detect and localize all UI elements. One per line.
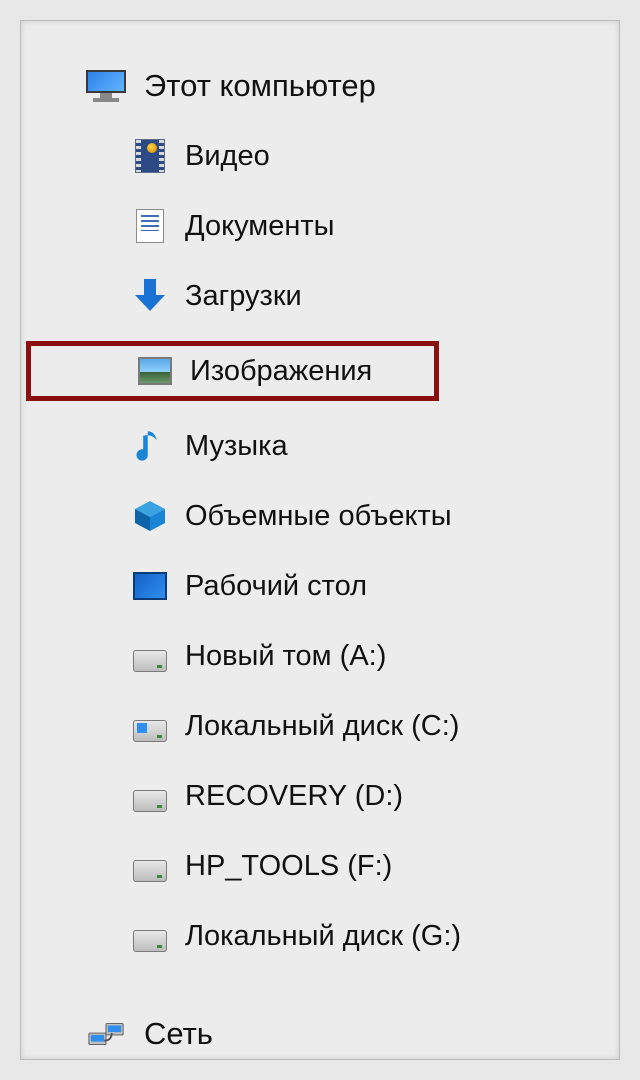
pc-monitor-icon — [86, 70, 126, 102]
drive-windows-icon — [133, 709, 167, 743]
spacer — [21, 981, 619, 989]
tree-item-drive-g[interactable]: Локальный диск (G:) — [21, 911, 619, 961]
drive-icon — [133, 919, 167, 953]
network-icon — [86, 1018, 126, 1050]
desktop-monitor-icon — [133, 569, 167, 603]
tree-item-label: Новый том (A:) — [185, 640, 386, 673]
tree-item-label: Документы — [185, 210, 335, 243]
navigation-pane: Этот компьютер Видео Документы Загрузки — [20, 20, 620, 1060]
tree-item-label: Локальный диск (G:) — [185, 920, 461, 953]
tree-item-label: Этот компьютер — [144, 68, 376, 104]
tree-item-label: Объемные объекты — [185, 500, 452, 533]
tree-item-network[interactable]: Сеть — [21, 1009, 619, 1059]
download-arrow-icon — [133, 279, 167, 313]
tree-item-label: Музыка — [185, 430, 288, 463]
tree-item-3d-objects[interactable]: Объемные объекты — [21, 491, 619, 541]
tree-item-label: RECOVERY (D:) — [185, 780, 403, 813]
tree-item-documents[interactable]: Документы — [21, 201, 619, 251]
drive-icon — [133, 779, 167, 813]
drive-icon — [133, 849, 167, 883]
tree-item-label: Рабочий стол — [185, 570, 367, 603]
tree-item-label: HP_TOOLS (F:) — [185, 850, 392, 883]
tree-item-drive-c[interactable]: Локальный диск (C:) — [21, 701, 619, 751]
tree-item-label: Локальный диск (C:) — [185, 710, 459, 743]
tree-item-label: Видео — [185, 140, 270, 173]
cube-3d-icon — [133, 499, 167, 533]
tree-item-music[interactable]: Музыка — [21, 421, 619, 471]
tree-item-pictures[interactable]: Изображения — [26, 341, 439, 401]
tree-item-this-pc[interactable]: Этот компьютер — [21, 61, 619, 111]
picture-icon — [138, 354, 172, 388]
document-icon — [133, 209, 167, 243]
music-note-icon — [133, 429, 167, 463]
tree-item-label: Сеть — [144, 1016, 213, 1052]
tree-item-drive-a[interactable]: Новый том (A:) — [21, 631, 619, 681]
film-strip-icon — [133, 139, 167, 173]
tree-item-desktop[interactable]: Рабочий стол — [21, 561, 619, 611]
drive-icon — [133, 639, 167, 673]
tree-item-drive-d[interactable]: RECOVERY (D:) — [21, 771, 619, 821]
tree-item-label: Загрузки — [185, 280, 302, 313]
tree-item-videos[interactable]: Видео — [21, 131, 619, 181]
tree-item-label: Изображения — [190, 355, 372, 388]
tree-item-drive-f[interactable]: HP_TOOLS (F:) — [21, 841, 619, 891]
tree: Этот компьютер Видео Документы Загрузки — [21, 61, 619, 1059]
tree-item-downloads[interactable]: Загрузки — [21, 271, 619, 321]
